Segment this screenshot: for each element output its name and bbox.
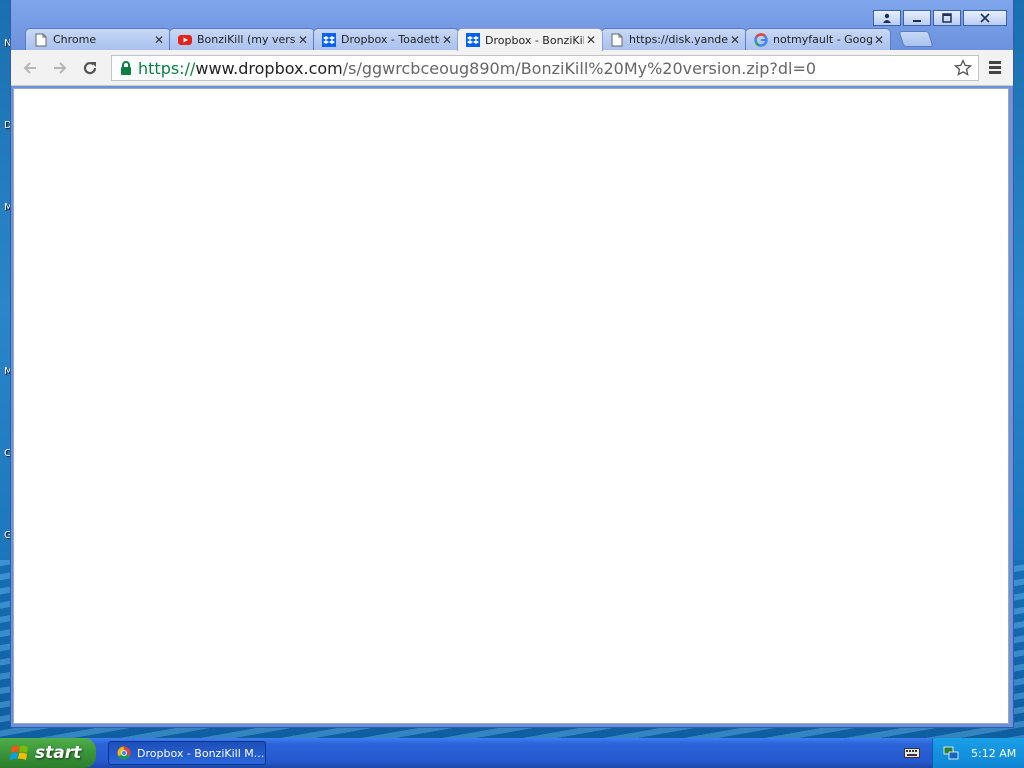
url-path: /s/ggwrcbceoug890m/BonziKill%20My%20vers… [342,58,817,78]
dropbox-icon [466,33,480,47]
close-icon [980,13,990,23]
forward-arrow-icon [54,62,67,74]
start-label: start [35,743,82,763]
taskbar-item-chrome[interactable]: Dropbox - BonziKill M... [108,741,266,765]
user-icon [883,13,891,23]
chrome-menu-button[interactable] [987,59,1005,77]
minimize-icon [913,20,921,22]
minimize-button[interactable] [903,10,931,26]
start-button[interactable]: start [0,738,96,768]
tab-close-icon[interactable]: ✕ [440,33,454,47]
hamburger-icon [989,61,1001,64]
tab-label: notmyfault - Goog [773,33,872,46]
system-tray: 5:12 AM [932,738,1024,768]
page-icon [610,33,624,47]
tab-label: Chrome [53,33,97,46]
star-icon [954,59,972,76]
url-scheme: https:// [138,58,196,78]
google-icon [754,32,768,47]
chrome-icon [117,746,131,760]
tab-close-icon[interactable]: ✕ [584,33,598,47]
page-icon [34,33,48,47]
maximize-button[interactable] [933,10,961,26]
network-icon[interactable] [943,745,959,761]
lock-icon[interactable] [118,60,134,76]
forward-button[interactable] [49,57,71,79]
new-tab-button[interactable] [898,31,934,47]
bookmark-star-button[interactable] [952,57,974,79]
tab-label: https://disk.yande [629,33,728,46]
reload-button[interactable] [79,57,101,79]
back-button[interactable] [19,57,41,79]
tab-youtube-bonzikill[interactable]: BonziKill (my versio ✕ [169,28,315,50]
maximize-icon [942,13,952,23]
tab-disk-yandex[interactable]: https://disk.yande ✕ [601,28,747,50]
tab-close-icon[interactable]: ✕ [872,33,886,47]
title-bar[interactable]: Chrome ✕ BonziKill (my versio ✕ Dropbox … [11,0,1013,51]
url-text: https://www.dropbox.com/s/ggwrcbceoug890… [138,59,816,78]
tab-close-icon[interactable]: ✕ [152,33,166,47]
clock[interactable]: 5:12 AM [971,747,1016,760]
tab-close-icon[interactable]: ✕ [296,33,310,47]
tab-dropbox-bonzikill[interactable]: Dropbox - BonziKill ✕ [457,28,603,51]
reload-icon [83,61,97,75]
tab-chrome[interactable]: Chrome ✕ [25,28,171,50]
browser-toolbar: https://www.dropbox.com/s/ggwrcbceoug890… [11,50,1013,86]
url-host: www.dropbox.com [195,58,343,78]
dropbox-icon [322,32,336,47]
youtube-icon [178,33,192,47]
taskbar: start Dropbox - BonziKill M... 5:12 AM [0,738,1024,768]
tab-label: Dropbox - Toadette [341,33,440,46]
back-arrow-icon [23,62,36,74]
tab-dropbox-toadette[interactable]: Dropbox - Toadette ✕ [313,28,459,50]
close-window-button[interactable] [963,10,1007,26]
tab-google-notmyfault[interactable]: notmyfault - Goog ✕ [745,28,891,50]
tab-label: Dropbox - BonziKill [485,33,584,47]
tab-close-icon[interactable]: ✕ [728,33,742,47]
keyboard-icon[interactable] [904,746,920,760]
window-controls [873,10,1007,26]
taskbar-item-label: Dropbox - BonziKill M... [137,746,265,760]
chrome-window: Chrome ✕ BonziKill (my versio ✕ Dropbox … [10,0,1014,728]
address-bar[interactable]: https://www.dropbox.com/s/ggwrcbceoug890… [111,55,979,81]
user-profile-button[interactable] [873,10,901,26]
tab-label: BonziKill (my versio [197,33,296,46]
windows-logo-icon [10,745,28,760]
page-content[interactable] [13,88,1009,724]
